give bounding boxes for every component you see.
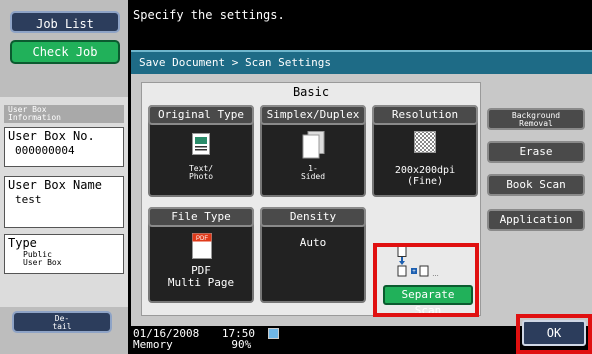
simplex-duplex-button[interactable]: Simplex/Duplex 1- Sided xyxy=(260,105,366,197)
memory-value: 90% xyxy=(231,338,252,351)
book-scan-button[interactable]: Book Scan xyxy=(487,174,585,196)
density-button[interactable]: Density Auto xyxy=(260,207,366,303)
screen: Job List Check Job User Box Information … xyxy=(0,0,592,354)
basic-title: Basic xyxy=(292,85,330,99)
type-box: Type Public User Box xyxy=(4,234,124,274)
separate-scan-highlight xyxy=(373,243,479,317)
user-box-no-value: 000000004 xyxy=(15,144,75,157)
one-sided-icon xyxy=(302,131,325,159)
original-type-title: Original Type xyxy=(148,105,254,125)
resolution-icon xyxy=(414,131,436,153)
background-removal-button[interactable]: Background Removal xyxy=(487,108,585,130)
scan-settings-panel: Save Document > Scan Settings Basic Orig… xyxy=(131,50,592,326)
resolution-title: Resolution xyxy=(372,105,478,125)
file-type-title: File Type xyxy=(148,207,254,227)
user-box-name-box: User Box Name test xyxy=(4,176,124,228)
job-list-button[interactable]: Job List xyxy=(10,11,120,33)
ok-highlight xyxy=(516,314,592,354)
detail-button[interactable]: De- tail xyxy=(12,311,112,333)
user-box-name-label: User Box Name xyxy=(8,178,102,192)
file-type-button[interactable]: File Type PDF PDF Multi Page xyxy=(148,207,254,303)
user-box-no-box: User Box No. 000000004 xyxy=(4,127,124,167)
resolution-button[interactable]: Resolution 200x200dpi (Fine) xyxy=(372,105,478,197)
breadcrumb-bar: Save Document > Scan Settings xyxy=(131,50,592,74)
status-memory-row: Memory 90% xyxy=(133,339,279,350)
type-label: Type xyxy=(8,236,37,250)
breadcrumb: Save Document > Scan Settings xyxy=(139,56,332,69)
status-bar: 01/16/2008 17:50 Memory 90% xyxy=(133,328,279,350)
background-removal-line2: Removal xyxy=(519,119,553,128)
text-photo-icon xyxy=(192,133,210,155)
density-title: Density xyxy=(260,207,366,227)
resolution-value-line2: (Fine) xyxy=(406,176,444,187)
pdf-file-icon: PDF xyxy=(192,233,212,259)
simplex-duplex-title: Simplex/Duplex xyxy=(260,105,366,125)
user-box-information-header: User Box Information xyxy=(4,105,124,123)
simplex-duplex-value-line2: Sided xyxy=(300,172,326,181)
type-value-line2: User Box xyxy=(23,258,62,267)
application-button[interactable]: Application xyxy=(487,209,585,231)
pdf-icon-label: PDF xyxy=(196,236,208,242)
memory-label: Memory xyxy=(133,338,173,351)
user-box-no-label: User Box No. xyxy=(8,129,95,143)
file-type-value-line2: Multi Page xyxy=(167,276,235,289)
instruction-message: Specify the settings. xyxy=(133,8,285,22)
erase-button[interactable]: Erase xyxy=(487,141,585,163)
density-value: Auto xyxy=(299,236,327,249)
left-panel: Job List Check Job User Box Information … xyxy=(0,0,128,354)
original-type-button[interactable]: Original Type Text/ Photo xyxy=(148,105,254,197)
original-type-value-line2: Photo xyxy=(188,172,214,181)
user-box-info-panel: User Box Information User Box No. 000000… xyxy=(0,97,128,307)
user-box-name-value: test xyxy=(15,193,42,206)
check-job-button[interactable]: Check Job xyxy=(10,40,120,64)
network-icon xyxy=(267,328,279,339)
detail-line2: tail xyxy=(52,322,72,331)
user-box-information-line2: Information xyxy=(8,113,61,122)
